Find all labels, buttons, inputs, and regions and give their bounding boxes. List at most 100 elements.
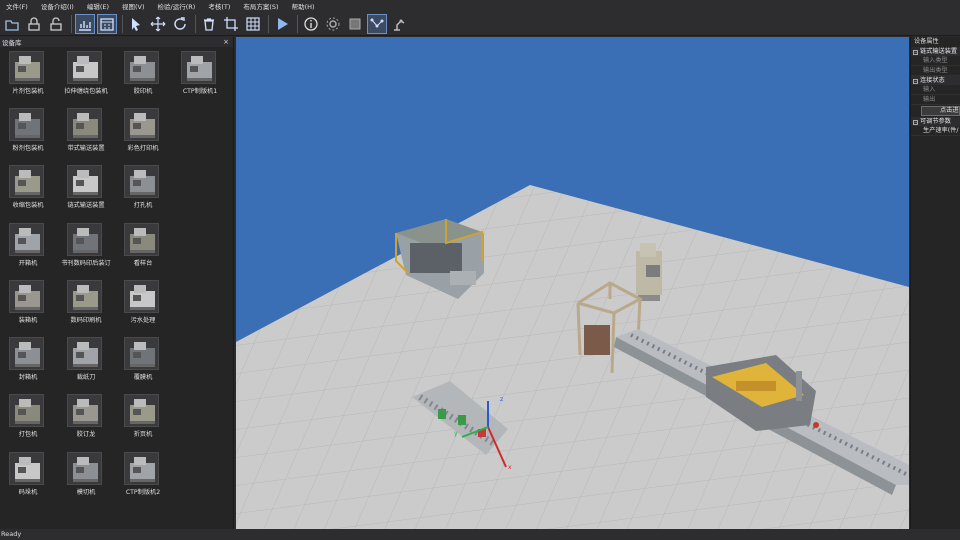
menu-item[interactable]: 布局方案(S) bbox=[237, 1, 285, 11]
device-item[interactable]: 彩色打印机 bbox=[115, 106, 171, 162]
calendar-button[interactable] bbox=[97, 13, 117, 34]
device-thumbnail bbox=[124, 223, 159, 256]
stop-button[interactable] bbox=[345, 14, 365, 34]
device-thumbnail bbox=[9, 51, 44, 84]
device-item[interactable]: 数码印刷机 bbox=[58, 278, 114, 334]
device-thumbnail bbox=[9, 280, 44, 313]
play-button[interactable] bbox=[272, 14, 292, 34]
device-thumbnail bbox=[181, 51, 216, 84]
chart-button[interactable] bbox=[75, 13, 95, 34]
property-group-header[interactable]: − 可调节参数 bbox=[911, 117, 960, 126]
property-row: 输入 bbox=[911, 85, 960, 95]
device-item[interactable]: 折页机 bbox=[115, 392, 171, 448]
unlock-button[interactable] bbox=[46, 14, 66, 34]
device-item[interactable]: 拉伸缠绕包装机 bbox=[58, 49, 114, 105]
property-group-header[interactable]: − 连接状态 bbox=[911, 76, 960, 85]
crop-button[interactable] bbox=[221, 14, 241, 34]
gizmo-z-label: z bbox=[500, 396, 503, 403]
device-item[interactable]: 粉剂包装机 bbox=[0, 106, 56, 162]
info-button[interactable] bbox=[301, 14, 321, 34]
status-bar: Ready bbox=[0, 529, 960, 540]
gizmo-x-label: x bbox=[508, 464, 512, 471]
toolbar-separator bbox=[195, 14, 196, 33]
device-label: 彩色打印机 bbox=[127, 145, 159, 152]
gear-button[interactable] bbox=[323, 14, 343, 34]
device-item[interactable]: CTP制版机2 bbox=[115, 450, 171, 506]
collapse-icon[interactable]: − bbox=[913, 78, 918, 84]
device-item[interactable]: 书刊数码印后装订 bbox=[58, 221, 114, 277]
property-group-header[interactable]: − 链式输送装置 bbox=[911, 47, 960, 56]
collapse-icon[interactable]: − bbox=[913, 119, 918, 125]
device-item[interactable]: 看样台 bbox=[115, 221, 171, 277]
device-thumbnail bbox=[9, 452, 44, 485]
robot-arm-model[interactable] bbox=[636, 243, 662, 301]
device-item[interactable]: 模切机 bbox=[58, 450, 114, 506]
delete-button[interactable] bbox=[199, 14, 219, 34]
crop-icon bbox=[224, 16, 238, 31]
device-item[interactable]: 带式输送装置 bbox=[58, 106, 114, 162]
property-group-label: 可调节参数 bbox=[920, 118, 951, 125]
open-folder-button[interactable] bbox=[2, 14, 22, 34]
3d-viewport[interactable]: z y x bbox=[236, 37, 909, 529]
rotate-button[interactable] bbox=[170, 14, 190, 34]
device-item[interactable]: 打孔机 bbox=[115, 163, 171, 219]
robot-arm-button[interactable] bbox=[389, 14, 409, 34]
toolbar-separator bbox=[268, 14, 269, 33]
select-arrow-button[interactable] bbox=[126, 14, 146, 34]
device-thumbnail bbox=[9, 165, 44, 198]
play-icon bbox=[278, 17, 288, 30]
menu-item[interactable]: 视图(V) bbox=[116, 1, 152, 11]
toolbar bbox=[0, 12, 960, 36]
scene-canvas[interactable]: z y x bbox=[236, 37, 909, 529]
close-icon[interactable]: × bbox=[223, 38, 229, 46]
device-item[interactable]: 覆膜机 bbox=[115, 335, 171, 391]
menu-item[interactable]: 考核(T) bbox=[202, 1, 237, 11]
path-button[interactable] bbox=[367, 13, 387, 34]
device-item[interactable]: 收缩包装机 bbox=[0, 163, 56, 219]
menu-item[interactable]: 文件(F) bbox=[0, 1, 35, 11]
device-thumbnail bbox=[9, 337, 44, 370]
device-thumbnail bbox=[124, 51, 159, 84]
menu-item[interactable]: 检验/运行(R) bbox=[152, 1, 203, 11]
device-item[interactable]: 胶订龙 bbox=[58, 392, 114, 448]
device-item[interactable]: 码垛机 bbox=[0, 450, 56, 506]
device-label: CTP制版机2 bbox=[125, 489, 161, 496]
device-thumbnail bbox=[124, 165, 159, 198]
menu-item[interactable]: 帮助(H) bbox=[286, 1, 322, 11]
device-thumbnail bbox=[9, 223, 44, 256]
device-thumbnail bbox=[9, 394, 44, 427]
menu-item[interactable]: 设备介绍(I) bbox=[35, 1, 81, 11]
device-thumbnail bbox=[67, 165, 102, 198]
app-window: 文件(F) 设备介绍(I) 编辑(E) 视图(V) 检验/运行(R) 考核(T) 布局方案(… bbox=[0, 0, 960, 540]
menu-bar: 文件(F) 设备介绍(I) 编辑(E) 视图(V) 检验/运行(R) 考核(T) 布局方案(… bbox=[0, 0, 960, 12]
grid-icon bbox=[246, 16, 260, 31]
select-arrow-icon bbox=[132, 17, 140, 31]
device-label: CTP制版机1 bbox=[182, 88, 218, 95]
device-label: 打孔机 bbox=[133, 202, 153, 209]
move-button[interactable] bbox=[148, 14, 168, 34]
calendar-icon bbox=[100, 17, 114, 31]
device-item[interactable]: 打包机 bbox=[0, 392, 56, 448]
device-item[interactable]: 裁纸刀 bbox=[58, 335, 114, 391]
grid-button[interactable] bbox=[243, 14, 263, 34]
property-row: 生产速率(件/ bbox=[911, 126, 960, 136]
connect-button[interactable]: 点击进 bbox=[921, 106, 960, 116]
collapse-icon[interactable]: − bbox=[913, 49, 918, 55]
lock-button[interactable] bbox=[24, 14, 44, 34]
device-item[interactable]: 胶印机 bbox=[115, 49, 171, 105]
device-thumbnail bbox=[67, 452, 102, 485]
unlock-icon bbox=[50, 16, 62, 31]
open-folder-icon bbox=[5, 19, 19, 31]
device-item[interactable]: 链式输送装置 bbox=[58, 163, 114, 219]
device-item[interactable]: 封箱机 bbox=[0, 335, 56, 391]
device-thumbnail bbox=[9, 108, 44, 141]
toolbar-separator bbox=[297, 14, 298, 33]
device-item[interactable]: 污水处理 bbox=[115, 278, 171, 334]
device-item[interactable]: 片剂包装机 bbox=[0, 49, 56, 105]
menu-item[interactable]: 编辑(E) bbox=[81, 1, 116, 11]
device-item[interactable]: 开箱机 bbox=[0, 221, 56, 277]
device-item[interactable]: CTP制版机1 bbox=[172, 49, 228, 105]
device-item[interactable]: 装箱机 bbox=[0, 278, 56, 334]
property-row: 输入类型 bbox=[911, 56, 960, 66]
floor-plane[interactable] bbox=[236, 185, 909, 529]
